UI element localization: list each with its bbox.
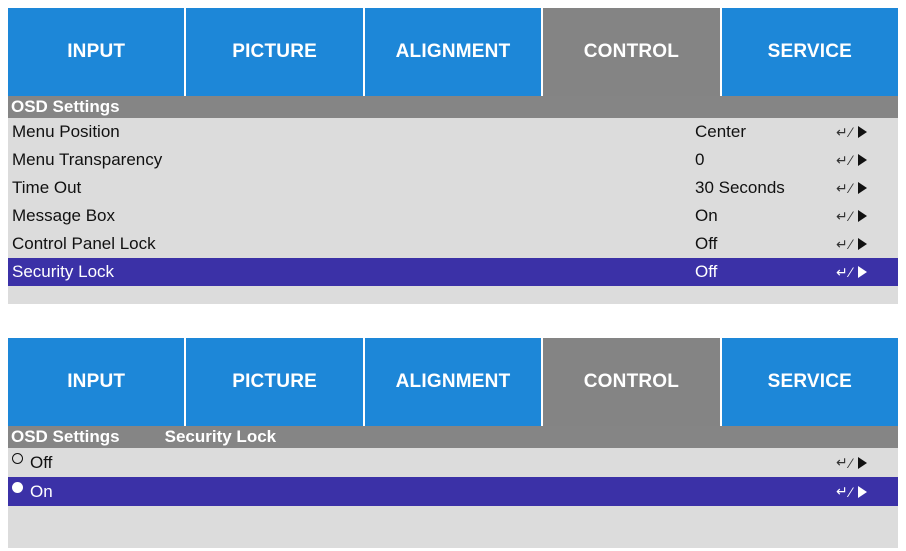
enter-slash-arrow-control: ↵ ⁄ — [836, 235, 868, 253]
enter-icon: ↵ — [836, 263, 848, 280]
row-value: 0 — [695, 150, 705, 169]
breadcrumb-osd-settings: OSD Settings — [11, 97, 120, 116]
menu-footer — [8, 506, 898, 548]
menu-row-time-out[interactable]: Time Out 30 Seconds ↵ ⁄ — [8, 174, 898, 202]
right-arrow-icon — [858, 266, 868, 278]
slash-separator: ⁄ — [849, 236, 853, 252]
breadcrumb-osd-settings: OSD Settings — [11, 427, 120, 446]
option-label-wrap: On — [12, 481, 53, 502]
tab-service[interactable]: SERVICE — [721, 338, 899, 426]
menu-row-message-box[interactable]: Message Box On ↵ ⁄ — [8, 202, 898, 230]
enter-slash-arrow-control: ↵ ⁄ — [836, 151, 868, 169]
right-arrow-icon — [858, 154, 868, 166]
enter-icon: ↵ — [836, 179, 848, 196]
tab-bar: INPUT PICTURE ALIGNMENT CONTROL SERVICE — [8, 8, 899, 96]
menu-footer — [8, 286, 898, 304]
row-value: Off — [695, 234, 718, 253]
tab-service[interactable]: SERVICE — [721, 8, 899, 96]
row-label: Message Box — [12, 206, 115, 225]
enter-slash-arrow-control: ↵ ⁄ — [836, 483, 868, 500]
option-on[interactable]: On ↵ ⁄ — [8, 477, 898, 506]
enter-icon: ↵ — [836, 454, 848, 470]
tab-input[interactable]: INPUT — [8, 338, 187, 426]
tab-alignment[interactable]: ALIGNMENT — [364, 338, 544, 426]
menu-row-menu-transparency[interactable]: Menu Transparency 0 ↵ ⁄ — [8, 146, 898, 174]
row-value: Center — [695, 122, 747, 141]
right-arrow-icon — [858, 238, 868, 250]
option-off[interactable]: Off ↵ ⁄ — [8, 448, 898, 477]
row-label: Menu Transparency — [12, 150, 163, 169]
right-arrow-icon — [858, 210, 868, 222]
slash-separator: ⁄ — [849, 208, 853, 224]
enter-slash-arrow-control: ↵ ⁄ — [836, 123, 868, 141]
tab-alignment[interactable]: ALIGNMENT — [364, 8, 544, 96]
breadcrumb-security-lock: Security Lock — [164, 427, 277, 446]
section-header: OSD Settings — [8, 96, 898, 118]
enter-slash-arrow-control: ↵ ⁄ — [836, 179, 868, 197]
enter-slash-arrow-control: ↵ ⁄ — [836, 454, 868, 471]
right-arrow-icon — [858, 456, 868, 469]
slash-separator: ⁄ — [849, 483, 853, 500]
row-value: 30 Seconds — [695, 178, 785, 197]
tab-input[interactable]: INPUT — [8, 8, 187, 96]
row-value: Off — [695, 262, 718, 281]
slash-separator: ⁄ — [849, 124, 853, 140]
options-list: Off ↵ ⁄ On ↵ ⁄ — [8, 448, 898, 506]
right-arrow-icon — [858, 126, 868, 138]
option-label-wrap: Off — [12, 452, 53, 473]
menu-row-security-lock[interactable]: Security Lock Off ↵ ⁄ — [8, 258, 898, 286]
tab-control[interactable]: CONTROL — [543, 338, 722, 426]
security-lock-panel: INPUT PICTURE ALIGNMENT CONTROL SERVICE … — [8, 338, 899, 548]
enter-icon: ↵ — [836, 123, 848, 140]
breadcrumb: OSD Settings Security Lock — [8, 426, 898, 448]
option-label: On — [30, 481, 53, 501]
row-label: Menu Position — [12, 122, 120, 141]
tab-control[interactable]: CONTROL — [543, 8, 722, 96]
tab-bar: INPUT PICTURE ALIGNMENT CONTROL SERVICE — [8, 338, 899, 426]
row-label: Control Panel Lock — [12, 234, 156, 253]
slash-separator: ⁄ — [849, 152, 853, 168]
option-label: Off — [30, 452, 53, 472]
settings-list: Menu Position Center ↵ ⁄ Menu Transparenc… — [8, 118, 898, 286]
enter-slash-arrow-control: ↵ ⁄ — [836, 207, 868, 225]
tab-picture[interactable]: PICTURE — [186, 338, 365, 426]
radio-filled-icon — [12, 481, 23, 493]
row-label: Time Out — [12, 178, 82, 197]
enter-icon: ↵ — [836, 235, 848, 252]
enter-icon: ↵ — [836, 151, 848, 168]
row-value: On — [695, 206, 718, 225]
right-arrow-icon — [858, 485, 868, 498]
enter-slash-arrow-control: ↵ ⁄ — [836, 263, 868, 281]
menu-row-control-panel-lock[interactable]: Control Panel Lock Off ↵ ⁄ — [8, 230, 898, 258]
enter-icon: ↵ — [836, 483, 848, 499]
osd-settings-panel: INPUT PICTURE ALIGNMENT CONTROL SERVICE … — [8, 8, 899, 304]
slash-separator: ⁄ — [849, 454, 853, 471]
row-label: Security Lock — [12, 262, 115, 281]
tab-picture[interactable]: PICTURE — [186, 8, 365, 96]
right-arrow-icon — [858, 182, 868, 194]
slash-separator: ⁄ — [849, 264, 853, 280]
slash-separator: ⁄ — [849, 180, 853, 196]
menu-row-menu-position[interactable]: Menu Position Center ↵ ⁄ — [8, 118, 898, 146]
radio-empty-icon — [12, 452, 23, 464]
enter-icon: ↵ — [836, 207, 848, 224]
